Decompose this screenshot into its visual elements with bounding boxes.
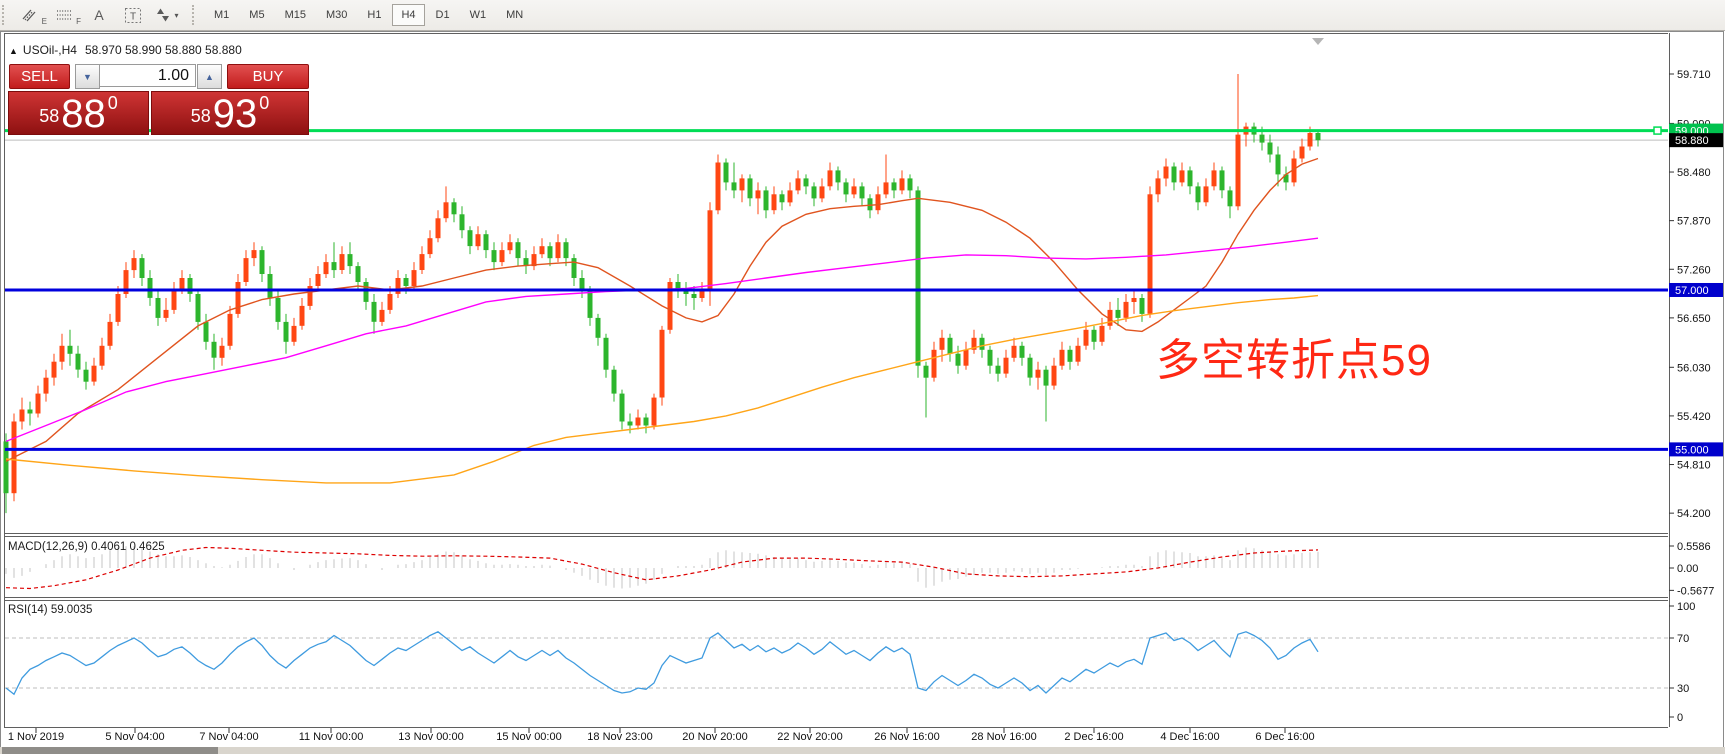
svg-text:70: 70 <box>1677 633 1689 645</box>
macd-panel: 0.5586 0.00 -0.5677 <box>6 541 1714 597</box>
symbol-name: USOil-,H4 <box>23 43 77 57</box>
volume-decrease-button[interactable]: ▼ <box>75 64 100 89</box>
text-box-icon[interactable]: T <box>116 3 150 27</box>
svg-text:30: 30 <box>1677 683 1689 695</box>
svg-text:56.030: 56.030 <box>1677 362 1711 374</box>
price-tag-55.000: 55.000 <box>1669 442 1723 456</box>
collapse-panel-icon[interactable]: ▲ <box>9 46 18 56</box>
buy-price-whole: 58 <box>191 106 211 127</box>
hline-handle <box>1654 127 1661 134</box>
svg-text:54.200: 54.200 <box>1677 508 1711 520</box>
svg-text:54.810: 54.810 <box>1677 460 1711 472</box>
buy-price-pips: 93 <box>213 96 258 132</box>
sell-price-whole: 58 <box>39 106 59 127</box>
svg-text:4 Dec 16:00: 4 Dec 16:00 <box>1160 731 1219 743</box>
svg-text:58.880: 58.880 <box>1675 135 1709 147</box>
mt4-terminal: EFAT▾ M1M5M15M30H1H4D1W1MN 59.71059.0905… <box>0 0 1725 754</box>
svg-text:57.260: 57.260 <box>1677 264 1711 276</box>
timeframe-button-H4[interactable]: H4 <box>392 4 424 26</box>
svg-text:1 Nov 2019: 1 Nov 2019 <box>8 731 64 743</box>
svg-text:0: 0 <box>1677 712 1683 724</box>
text-label-icon[interactable]: A <box>82 3 116 27</box>
svg-text:22 Nov 20:00: 22 Nov 20:00 <box>777 731 842 743</box>
svg-text:15 Nov 00:00: 15 Nov 00:00 <box>496 731 561 743</box>
buy-button[interactable]: BUY <box>227 64 309 89</box>
svg-text:55.000: 55.000 <box>1675 444 1709 456</box>
timeframe-button-M30[interactable]: M30 <box>317 4 356 26</box>
timeframe-toolbar: M1M5M15M30H1H4D1W1MN <box>204 4 533 26</box>
svg-text:57.000: 57.000 <box>1675 285 1709 297</box>
svg-text:57.870: 57.870 <box>1677 216 1711 228</box>
svg-text:55.420: 55.420 <box>1677 411 1711 423</box>
svg-text:2 Dec 16:00: 2 Dec 16:00 <box>1064 731 1123 743</box>
timeframe-button-M5[interactable]: M5 <box>240 4 273 26</box>
svg-text:59.710: 59.710 <box>1677 69 1711 81</box>
drawing-toolbar: EFA T ▾ <box>14 3 184 27</box>
svg-text:18 Nov 23:00: 18 Nov 23:00 <box>587 731 652 743</box>
svg-text:28 Nov 16:00: 28 Nov 16:00 <box>971 731 1036 743</box>
timeframe-button-H1[interactable]: H1 <box>358 4 390 26</box>
svg-text:20 Nov 20:00: 20 Nov 20:00 <box>682 731 747 743</box>
toolbar: EFA T ▾ M1M5M15M30H1H4D1W1MN <box>0 0 1725 31</box>
sell-price-display[interactable]: 58 88 0 <box>8 91 149 135</box>
arrow-tools-icon[interactable]: ▾ <box>150 3 184 27</box>
svg-text:0.5586: 0.5586 <box>1677 541 1711 553</box>
scrollbar-thumb[interactable] <box>2 747 218 754</box>
price-tag-57.000: 57.000 <box>1669 283 1723 297</box>
sell-button[interactable]: SELL <box>9 64 70 89</box>
ma-fast-red <box>6 159 1318 462</box>
rsi-line <box>6 632 1318 695</box>
svg-text:100: 100 <box>1677 601 1695 613</box>
fibonacci-retracement-icon[interactable]: F <box>48 3 82 27</box>
svg-text:5 Nov 04:00: 5 Nov 04:00 <box>105 731 164 743</box>
svg-text:11 Nov 00:00: 11 Nov 00:00 <box>299 731 364 743</box>
toolbar-grip[interactable] <box>2 5 10 25</box>
svg-text:13 Nov 00:00: 13 Nov 00:00 <box>398 731 463 743</box>
rsi-panel: 100 70 30 0 <box>5 601 1695 724</box>
timeframe-button-M1[interactable]: M1 <box>205 4 238 26</box>
time-axis: 1 Nov 2019 5 Nov 04:00 7 Nov 04:00 11 Nov 0… <box>8 728 1315 743</box>
svg-text:7 Nov 04:00: 7 Nov 04:00 <box>199 731 258 743</box>
svg-text:58.480: 58.480 <box>1677 167 1711 179</box>
rsi-indicator-label: RSI(14) 59.0035 <box>8 604 92 616</box>
timeframe-button-D1[interactable]: D1 <box>427 4 459 26</box>
timeframe-button-M15[interactable]: M15 <box>276 4 315 26</box>
ohlc-values: 58.970 58.990 58.880 58.880 <box>85 43 242 57</box>
svg-text:-0.5677: -0.5677 <box>1677 585 1714 597</box>
timeframe-toolbar-grip[interactable] <box>192 5 200 25</box>
horizontal-scrollbar[interactable] <box>0 747 1725 754</box>
svg-text:56.650: 56.650 <box>1677 313 1711 325</box>
timeframe-button-MN[interactable]: MN <box>497 4 532 26</box>
chart-title: ▲ USOil-,H4 58.970 58.990 58.880 58.880 <box>9 43 242 57</box>
buy-price-fraction: 0 <box>259 93 269 114</box>
timeframe-button-W1[interactable]: W1 <box>461 4 496 26</box>
chart-annotation: 多空转折点59 <box>1156 324 1432 388</box>
volume-increase-button[interactable]: ▲ <box>197 64 222 89</box>
svg-text:6 Dec 16:00: 6 Dec 16:00 <box>1255 731 1314 743</box>
price-tag-58.880: 58.880 <box>1669 133 1723 147</box>
buy-price-display[interactable]: 58 93 0 <box>151 91 309 135</box>
macd-indicator-label: MACD(12,26,9) 0.4061 0.4625 <box>8 541 165 553</box>
sell-price-pips: 88 <box>61 96 106 132</box>
sell-price-fraction: 0 <box>108 93 118 114</box>
volume-input[interactable] <box>99 64 196 87</box>
svg-text:T: T <box>130 11 136 22</box>
svg-text:26 Nov 16:00: 26 Nov 16:00 <box>874 731 939 743</box>
last-bar-marker-icon <box>1312 38 1324 45</box>
equidistant-channel-icon[interactable]: E <box>14 3 48 27</box>
svg-text:0.00: 0.00 <box>1677 563 1698 575</box>
